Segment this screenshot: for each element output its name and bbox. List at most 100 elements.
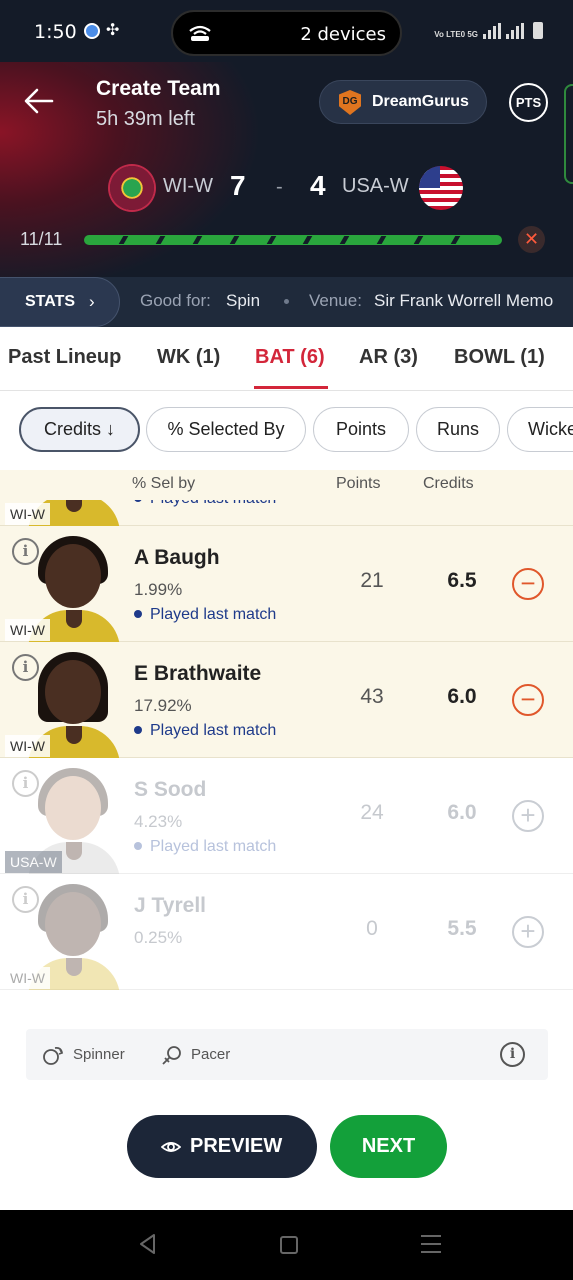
tab-bat[interactable]: BAT (6) (255, 346, 325, 369)
remove-player-icon[interactable]: − (512, 684, 544, 716)
status-right-icons: Vo LTE0 5G (434, 22, 543, 39)
player-name: A Baugh (134, 546, 220, 569)
pts-button[interactable]: PTS (509, 83, 548, 122)
fan-icon: ✣ (106, 22, 120, 39)
status-bar: 1:50 ✣ 2 devices Vo LTE0 5G (0, 0, 573, 62)
player-row[interactable]: i WI-W J Tyrell 0.25% 0 5.5 + (0, 874, 573, 990)
pacer-icon (162, 1046, 181, 1065)
tab-bowl[interactable]: BOWL (1) (454, 346, 545, 369)
stats-button[interactable]: STATS › (0, 277, 120, 327)
sort-chip-selected-by[interactable]: % Selected By (146, 407, 306, 452)
dreamgurus-logo-icon: DG (339, 90, 361, 115)
player-row[interactable]: i WI-W E Brathwaite 17.92% Played last m… (0, 642, 573, 758)
player-row[interactable]: i USA-W S Sood 4.23% Played last match 2… (0, 758, 573, 874)
next-button[interactable]: NEXT (330, 1115, 447, 1178)
usa-flag-icon (419, 166, 463, 210)
player-points: 24 (360, 801, 384, 824)
hotspot-icon (189, 25, 211, 41)
played-last-match: Played last match (134, 606, 276, 624)
status-notification-icons: ✣ (84, 23, 119, 39)
hotspot-pill[interactable]: 2 devices (171, 10, 402, 56)
eye-icon (161, 1142, 181, 1152)
stats-bar: STATS › Good for: Spin Venue: Sir Frank … (0, 277, 573, 327)
player-row-partial[interactable]: WI-W Played last match (0, 500, 573, 526)
column-header: % Sel by Points Credits (0, 470, 573, 500)
team-left-count: 7 (230, 170, 246, 201)
column-sel-by[interactable]: % Sel by (132, 475, 195, 493)
add-player-icon[interactable]: + (512, 800, 544, 832)
player-team-tag: WI-W (5, 967, 50, 989)
sort-chips: Credits ↓ % Selected By Points Runs Wick… (0, 391, 573, 470)
tab-past-lineup[interactable]: Past Lineup (8, 346, 121, 369)
column-credits[interactable]: Credits (423, 475, 474, 493)
add-player-icon[interactable]: + (512, 916, 544, 948)
sort-chip-runs[interactable]: Runs (416, 407, 500, 452)
venue-value: Sir Frank Worrell Memo (374, 291, 554, 310)
venue-label: Venue: (309, 291, 362, 310)
players-count: 11/11 (20, 229, 63, 249)
stats-button-label: STATS (25, 293, 76, 310)
status-time: 1:50 (34, 21, 77, 43)
team-right-name: USA-W (342, 175, 409, 197)
player-credits: 6.0 (447, 685, 477, 708)
score-separator: - (276, 176, 283, 198)
player-row[interactable]: i WI-W A Baugh 1.99% Played last match 2… (0, 526, 573, 642)
player-name: J Tyrell (134, 894, 206, 917)
chevron-right-icon: › (89, 292, 95, 311)
good-for-label: Good for: (140, 291, 211, 310)
player-team-tag: WI-W (5, 735, 50, 757)
player-selected-by: 1.99% (134, 580, 183, 599)
remove-player-icon[interactable]: − (512, 568, 544, 600)
dreamgurus-label: DreamGurus (372, 93, 469, 110)
tab-ar[interactable]: AR (3) (359, 346, 418, 369)
column-points[interactable]: Points (336, 475, 380, 493)
sort-chip-points[interactable]: Points (313, 407, 409, 452)
sort-chip-wickets[interactable]: Wicke (507, 407, 573, 452)
legend-spinner: Spinner (73, 1046, 125, 1063)
hotspot-devices: 2 devices (300, 24, 386, 45)
player-team-tag: WI-W (5, 503, 50, 525)
legend-info-icon[interactable]: i (500, 1042, 525, 1067)
team-left-name: WI-W (163, 175, 213, 197)
player-selected-by: 0.25% (134, 928, 183, 947)
weather-icon (84, 23, 100, 39)
player-credits: 6.0 (447, 801, 477, 824)
played-last-match: Played last match (134, 722, 276, 740)
good-for-value: Spin (226, 291, 261, 310)
legend-pacer: Pacer (191, 1046, 231, 1063)
match-header: Create Team 5h 39m left DG DreamGurus PT… (0, 62, 573, 277)
nav-recents-icon[interactable] (421, 1235, 441, 1259)
system-nav-bar (0, 1210, 573, 1280)
player-points: 0 (366, 917, 378, 940)
active-tab-indicator (254, 386, 328, 389)
nav-home-icon[interactable] (280, 1236, 298, 1254)
back-arrow-icon[interactable] (22, 84, 56, 118)
role-legend: Spinner Pacer i (26, 1029, 548, 1080)
dreamgurus-button[interactable]: DG DreamGurus (319, 80, 487, 124)
clear-team-button[interactable]: ✕ (518, 226, 545, 253)
role-tabs: Past Lineup WK (1) BAT (6) AR (3) BOWL (… (0, 327, 573, 391)
battery-icon (533, 22, 543, 39)
player-selected-by: 17.92% (134, 696, 192, 715)
player-selected-by: 4.23% (134, 812, 183, 831)
player-team-tag: USA-W (5, 851, 62, 873)
played-last-match: Played last match (134, 500, 276, 508)
preview-button[interactable]: PREVIEW (127, 1115, 317, 1178)
tab-wk[interactable]: WK (1) (157, 346, 220, 369)
signal-icon-2 (506, 23, 524, 39)
sort-chip-credits[interactable]: Credits ↓ (19, 407, 140, 452)
side-edge-tab[interactable] (564, 84, 573, 184)
network-type-label: Vo LTE0 5G (434, 30, 478, 39)
played-last-match: Played last match (134, 838, 276, 856)
player-team-tag: WI-W (5, 619, 50, 641)
player-name: S Sood (134, 778, 207, 801)
preview-label: PREVIEW (190, 1135, 283, 1157)
player-points: 43 (360, 685, 384, 708)
player-points: 21 (360, 569, 384, 592)
player-credits: 5.5 (447, 917, 477, 940)
signal-icon (483, 23, 501, 39)
nav-back-icon[interactable] (136, 1232, 160, 1256)
time-left: 5h 39m left (96, 108, 195, 130)
player-list: WI-W Played last match i WI-W A Baugh 1.… (0, 500, 573, 990)
player-credits: 6.5 (447, 569, 477, 592)
